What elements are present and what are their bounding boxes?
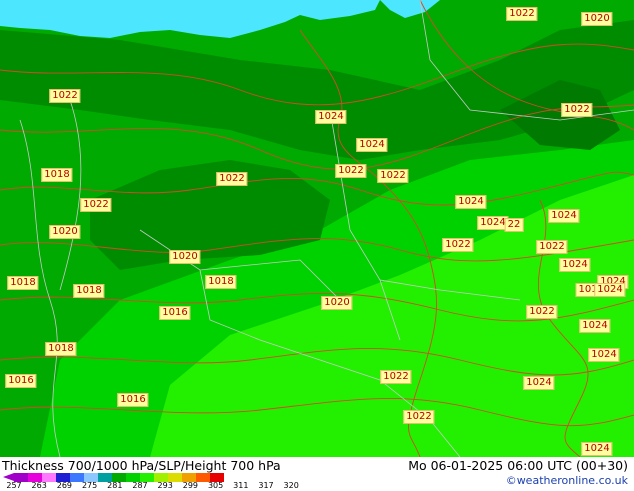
legend-tick: 299 — [182, 481, 199, 490]
pressure-label: 1022 — [80, 198, 112, 212]
pressure-label: 1022 — [216, 172, 248, 186]
pressure-label: 1022 — [377, 169, 409, 183]
pressure-label: 1016 — [117, 393, 149, 407]
pressure-label: 1022 — [335, 164, 367, 178]
pressure-label: 1018 — [205, 275, 237, 289]
copyright-link[interactable]: ©weatheronline.co.uk — [506, 474, 628, 487]
legend-tick: 281 — [107, 481, 123, 490]
pressure-label: 1016 — [159, 306, 191, 320]
map-footer: Thickness 700/1000 hPa/SLP/Height 700 hP… — [0, 457, 634, 490]
pressure-label: 1018 — [7, 276, 39, 290]
pressure-label: 1020 — [321, 296, 353, 310]
legend-tick: 257 — [6, 481, 22, 490]
pressure-label: 1018 — [45, 342, 77, 356]
legend-tick: 320 — [283, 481, 299, 490]
pressure-label: 1022 — [561, 103, 593, 117]
legend-arrow-icon — [3, 473, 14, 481]
pressure-label: 1020 — [49, 225, 81, 239]
pressure-label: 1024 — [548, 209, 580, 223]
pressure-label: 1024 — [559, 258, 591, 272]
pressure-label: 1022 — [526, 305, 558, 319]
pressure-label: 1024 — [523, 376, 555, 390]
pressure-label: 1018 — [73, 284, 105, 298]
pressure-label: 1024 — [579, 319, 611, 333]
legend-tick: 275 — [81, 481, 98, 490]
legend-tick: 305 — [207, 481, 224, 490]
pressure-label: 1018 — [41, 168, 73, 182]
pressure-label: 1024 — [356, 138, 388, 152]
pressure-label: 1024 — [455, 195, 487, 209]
pressure-label: 1022 — [380, 370, 412, 384]
pressure-label: 1022 — [49, 89, 81, 103]
pressure-label: 1016 — [5, 374, 37, 388]
pressure-label: 22 — [504, 218, 524, 232]
legend-tick: 269 — [56, 481, 73, 490]
pressure-label: 1024 — [588, 348, 620, 362]
map-title: Thickness 700/1000 hPa/SLP/Height 700 hP… — [2, 458, 281, 473]
pressure-label: 1022 — [506, 7, 538, 21]
legend-tick: 287 — [132, 481, 148, 490]
pressure-label: 1024 — [581, 442, 613, 456]
pressure-label: 1022 — [536, 240, 568, 254]
pressure-label: 1022 — [403, 410, 435, 424]
weather-map[interactable]: 1022 1020 1022 1024 1022 1024 1018 1022 1022 1022… — [0, 0, 634, 457]
pressure-label: 1020 — [581, 12, 613, 26]
legend-tick: 263 — [31, 481, 47, 490]
pressure-label: 1020 — [169, 250, 201, 264]
legend-tick: 293 — [157, 481, 173, 490]
forecast-timestamp: Mo 06-01-2025 06:00 UTC (00+30) — [408, 458, 628, 473]
legend-tick: 311 — [233, 481, 249, 490]
pressure-label: 1024 — [594, 283, 626, 297]
legend-tick: 317 — [258, 481, 274, 490]
pressure-label: 1024 — [315, 110, 347, 124]
pressure-label: 1022 — [442, 238, 474, 252]
